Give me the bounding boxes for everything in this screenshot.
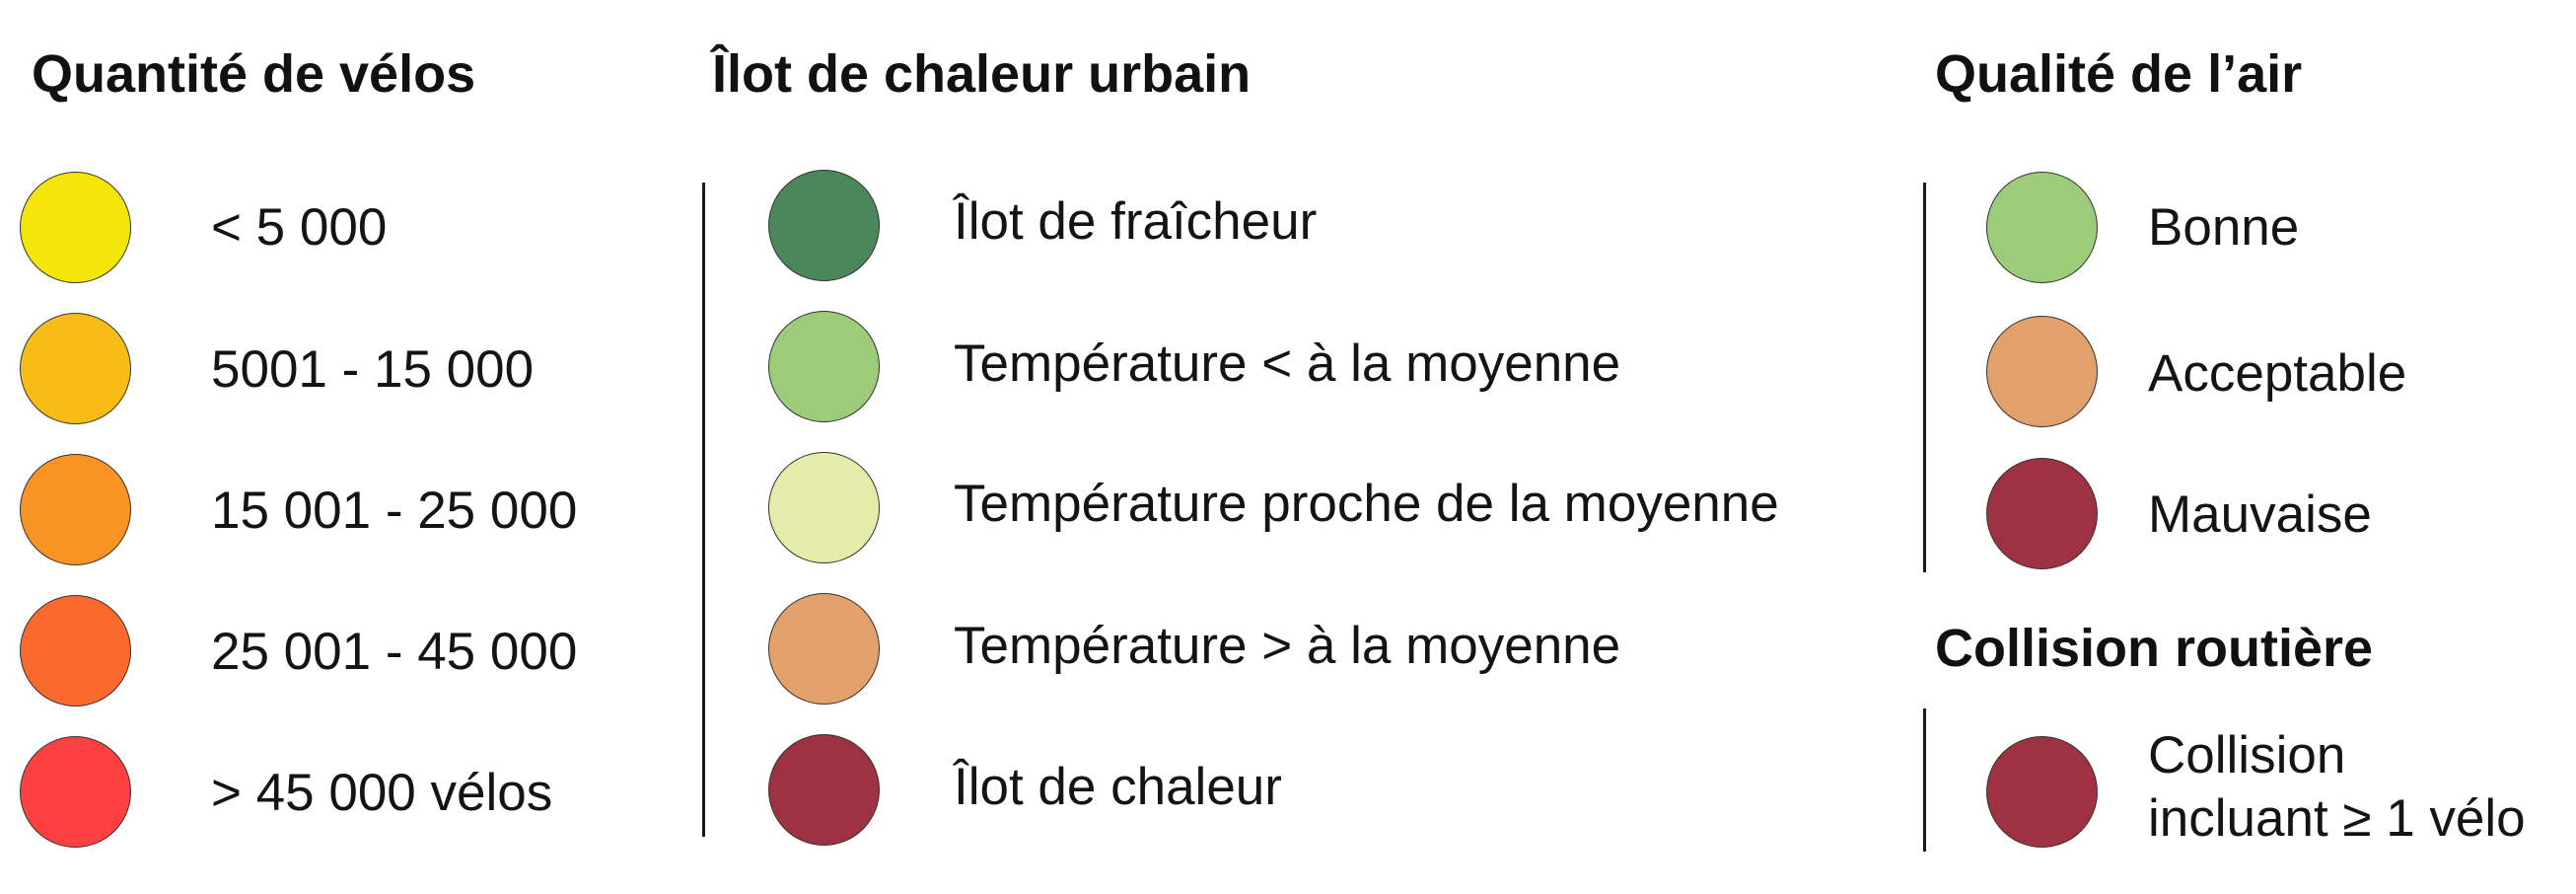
legend-label-velos-4: 25 001 - 45 000 — [211, 623, 578, 681]
legend-label-velos-3: 15 001 - 25 000 — [211, 482, 578, 540]
legend-label-collision-line-2: incluant ≥ 1 vélo — [2148, 789, 2526, 848]
legend-label-chaleur-1: Îlot de fraîcheur — [954, 192, 1318, 251]
swatch-chaleur-1 — [768, 170, 880, 281]
swatch-velos-2 — [20, 313, 131, 424]
legend-label-velos-2: 5001 - 15 000 — [211, 340, 535, 399]
swatch-air-2 — [1986, 316, 2098, 427]
legend-label-air-1: Bonne — [2148, 198, 2300, 257]
legend-label-chaleur-3: Température proche de la moyenne — [954, 475, 1779, 533]
legend-divider-collision — [1923, 708, 1926, 852]
legend-label-chaleur-5: Îlot de chaleur — [954, 758, 1282, 816]
swatch-velos-5 — [20, 736, 131, 848]
legend-title-chaleur: Îlot de chaleur urbain — [712, 44, 1252, 104]
legend-label-collision-line-1: Collision — [2148, 726, 2346, 784]
legend-divider-air — [1923, 183, 1926, 572]
legend-title-air: Qualité de l’air — [1935, 44, 2303, 104]
legend-label-velos-1: < 5 000 — [211, 198, 388, 257]
legend-label-chaleur-4: Température > à la moyenne — [954, 617, 1621, 675]
legend-label-chaleur-2: Température < à la moyenne — [954, 335, 1621, 393]
swatch-velos-3 — [20, 454, 131, 565]
swatch-chaleur-5 — [768, 734, 880, 846]
swatch-velos-4 — [20, 595, 131, 707]
legend-divider-chaleur — [702, 183, 705, 837]
legend-label-velos-5: > 45 000 vélos — [211, 764, 553, 822]
swatch-velos-1 — [20, 172, 131, 283]
legend-title-velos: Quantité de vélos — [32, 44, 476, 104]
swatch-air-3 — [1986, 458, 2098, 569]
legend-label-collision-1: Collision incluant ≥ 1 vélo — [2148, 724, 2526, 851]
swatch-air-1 — [1986, 172, 2098, 283]
legend-label-air-2: Acceptable — [2148, 344, 2407, 403]
swatch-chaleur-3 — [768, 452, 880, 563]
legend-title-collision: Collision routière — [1935, 619, 2374, 678]
swatch-chaleur-2 — [768, 311, 880, 422]
swatch-chaleur-4 — [768, 593, 880, 705]
swatch-collision-1 — [1986, 736, 2098, 848]
legend-label-air-3: Mauvaise — [2148, 485, 2372, 544]
